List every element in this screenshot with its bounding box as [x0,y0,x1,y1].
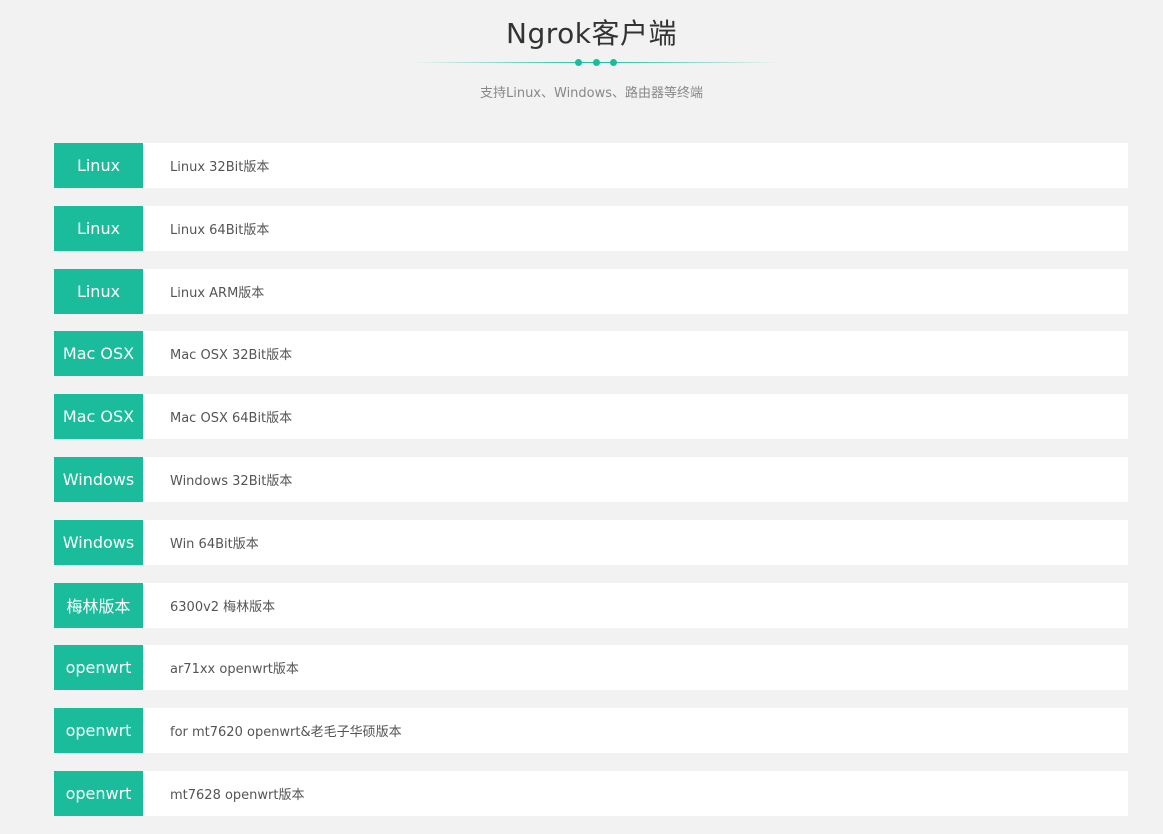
download-item-merlin[interactable]: 梅林版本 6300v2 梅林版本 [54,582,1128,628]
download-link[interactable]: 6300v2 梅林版本 [170,596,275,615]
download-link[interactable]: Win 64Bit版本 [170,533,259,552]
divider-dot [592,59,600,66]
download-item-openwrt-ar71xx[interactable]: openwrt ar71xx openwrt版本 [54,645,1128,691]
download-item-linux-32bit[interactable]: Linux Linux 32Bit版本 [54,143,1128,188]
platform-badge: Windows [54,456,143,502]
page-subtitle: 支持Linux、Windows、路由器等终端 [479,86,704,101]
download-item-linux-arm[interactable]: Linux Linux ARM版本 [54,268,1128,314]
download-link[interactable]: mt7628 openwrt版本 [170,784,305,803]
platform-badge: openwrt [54,645,143,691]
download-link[interactable]: for mt7620 openwrt&老毛子华硕版本 [170,721,402,740]
download-item-macosx-32bit[interactable]: Mac OSX Mac OSX 32Bit版本 [54,331,1128,377]
platform-badge: openwrt [54,708,143,754]
title-divider [411,56,781,68]
download-item-linux-64bit[interactable]: Linux Linux 64Bit版本 [54,205,1128,251]
platform-badge: openwrt [54,770,143,816]
download-item-macosx-64bit[interactable]: Mac OSX Mac OSX 64Bit版本 [54,394,1128,440]
page-header: Ngrok客户端 支持Linux、Windows、路由器等终端 [0,0,1163,110]
platform-badge: Mac OSX [54,331,143,377]
download-link[interactable]: Mac OSX 64Bit版本 [170,407,292,426]
download-item-windows-32bit[interactable]: Windows Windows 32Bit版本 [54,456,1128,502]
download-link[interactable]: Linux 32Bit版本 [170,156,269,175]
page-title: Ngrok客户端 [506,17,677,50]
download-item-openwrt-mt7620[interactable]: openwrt for mt7620 openwrt&老毛子华硕版本 [54,708,1128,754]
platform-badge: 梅林版本 [54,582,143,628]
platform-badge: Mac OSX [54,394,143,440]
divider-dot [575,59,582,66]
download-link[interactable]: ar71xx openwrt版本 [170,658,299,677]
download-link[interactable]: Linux ARM版本 [170,282,264,301]
divider-dot [610,59,617,66]
download-item-openwrt-mt7628[interactable]: openwrt mt7628 openwrt版本 [54,770,1128,816]
download-link[interactable]: Windows 32Bit版本 [170,470,292,489]
divider-dots [575,59,617,66]
platform-badge: Linux [54,268,143,314]
download-list: Linux Linux 32Bit版本 Linux Linux 64Bit版本 … [54,143,1128,834]
platform-badge: Windows [54,519,143,565]
download-link[interactable]: Linux 64Bit版本 [170,219,269,238]
platform-badge: Linux [54,205,143,251]
download-link[interactable]: Mac OSX 32Bit版本 [170,344,292,363]
download-item-windows-64bit[interactable]: Windows Win 64Bit版本 [54,519,1128,565]
platform-badge: Linux [54,143,143,188]
